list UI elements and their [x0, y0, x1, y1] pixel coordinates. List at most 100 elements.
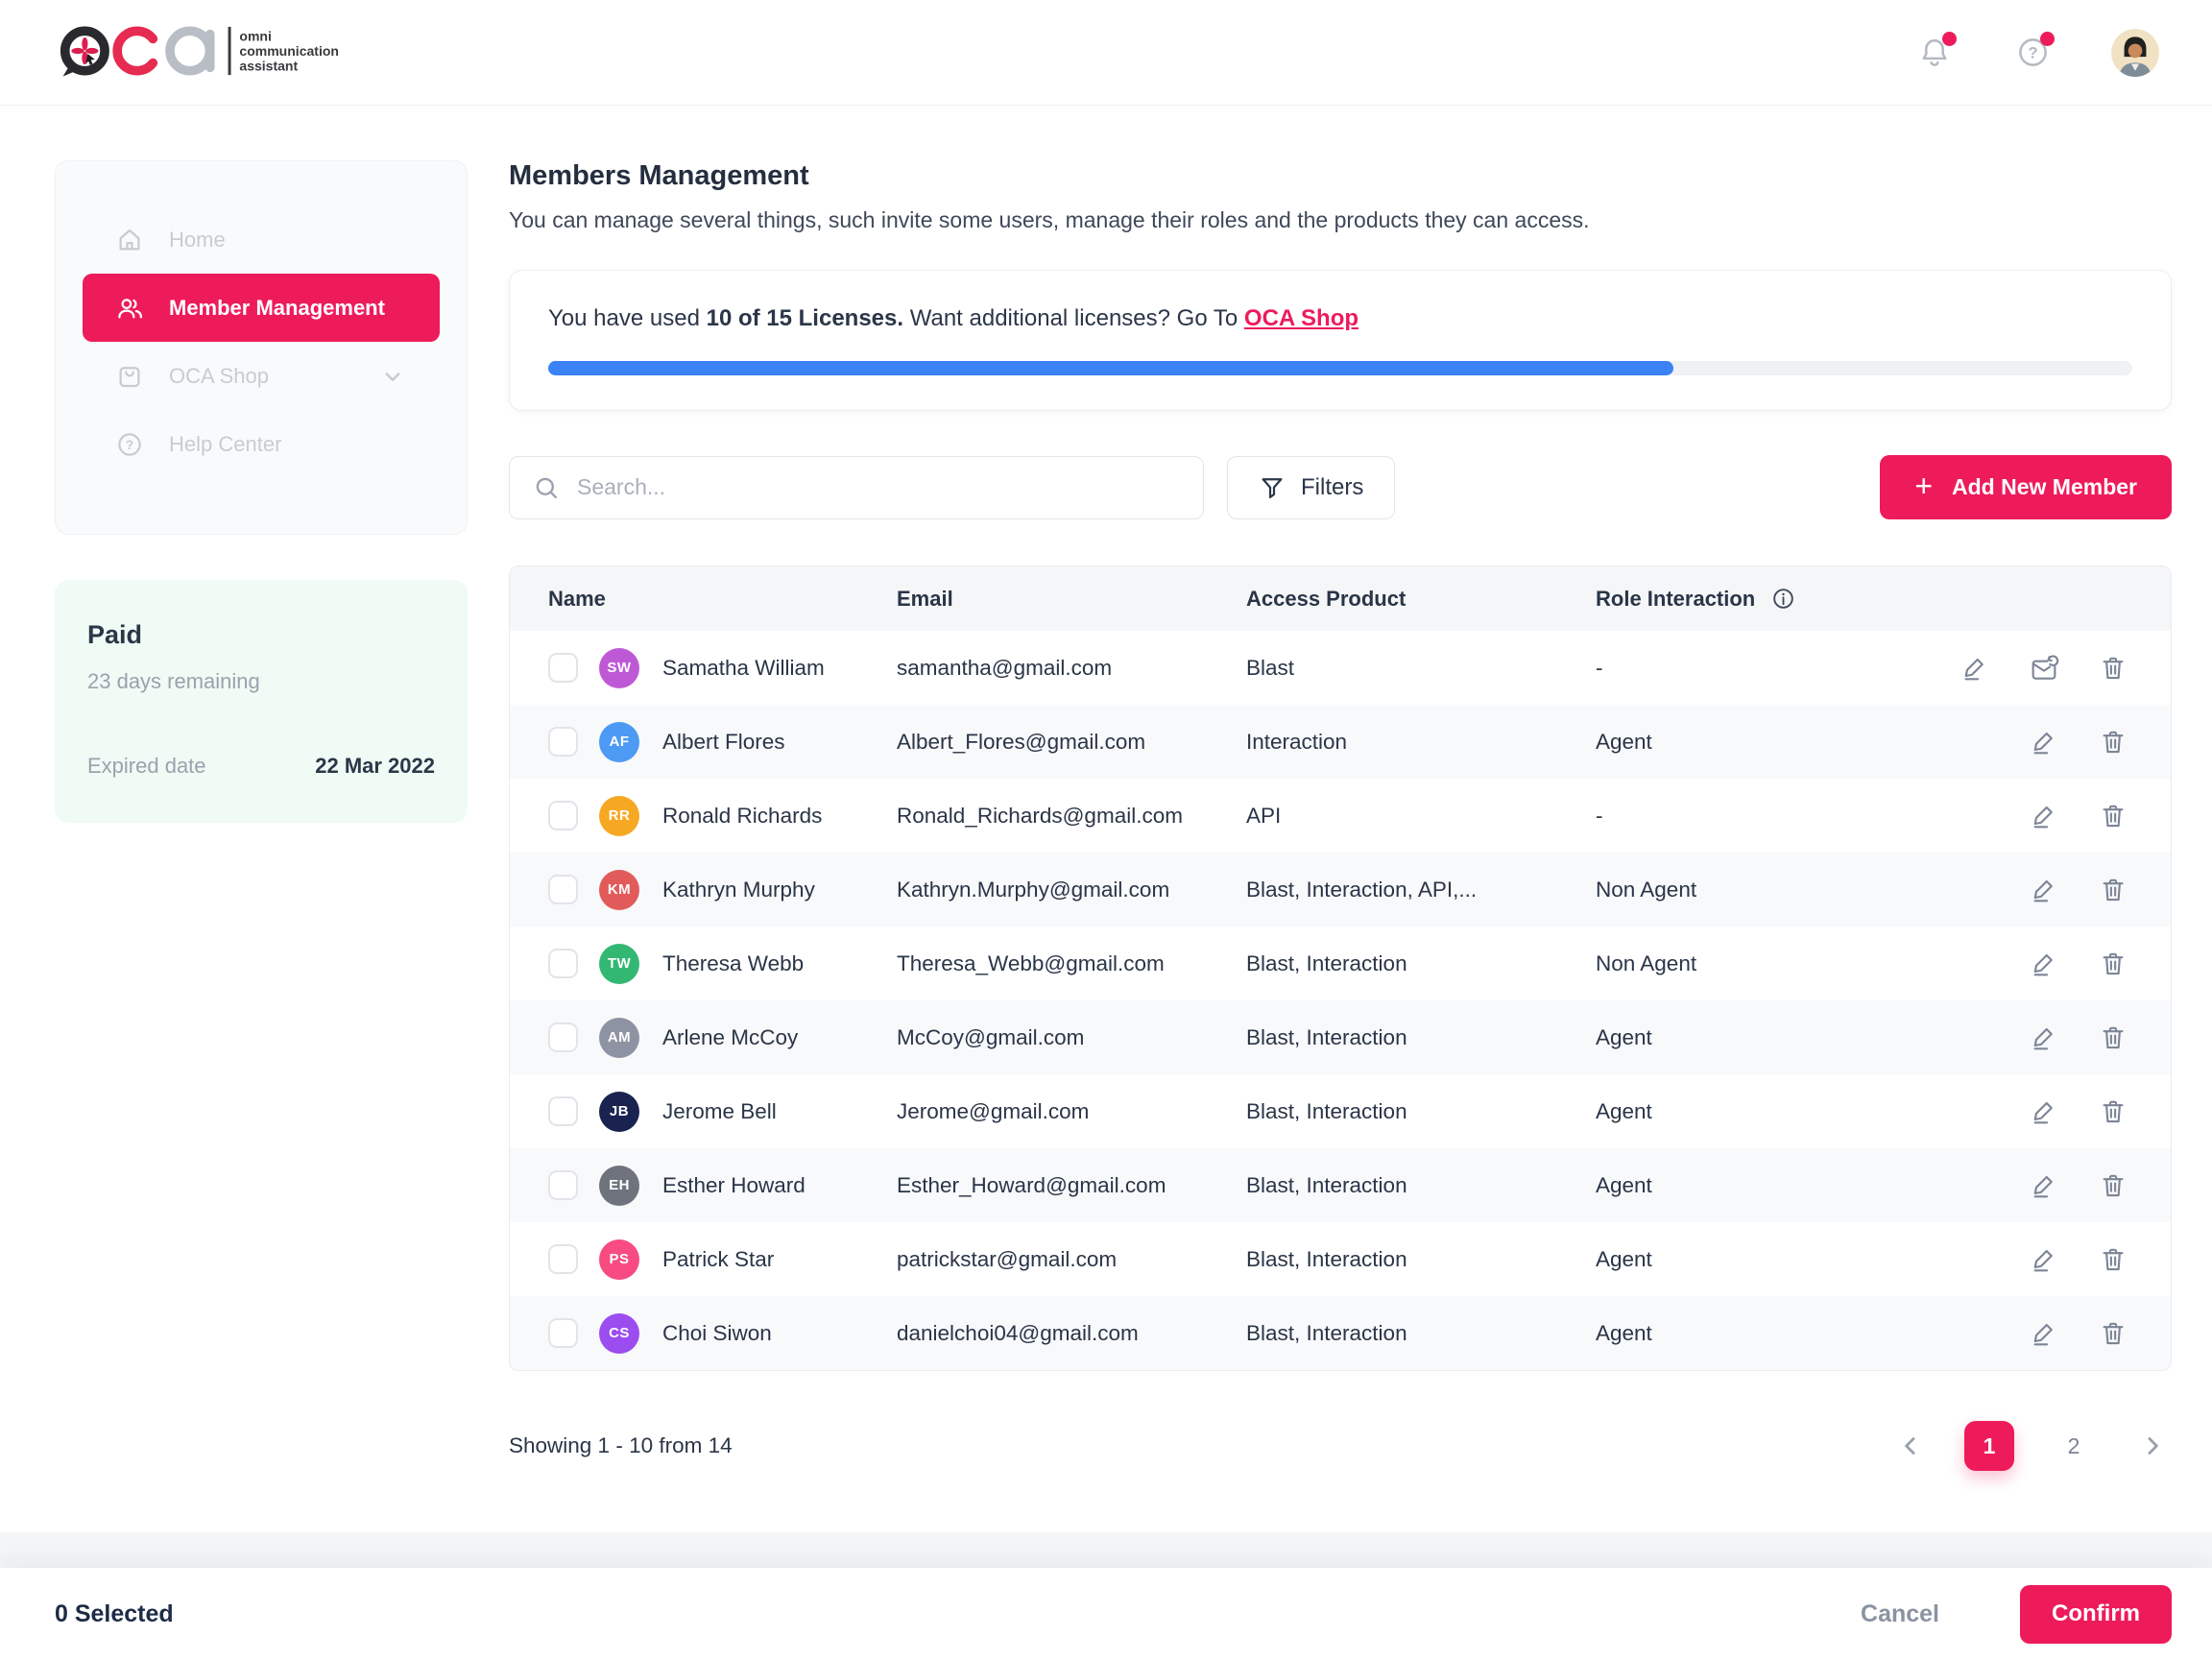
- edit-button[interactable]: [2029, 727, 2059, 758]
- resend-invite-button[interactable]: [2029, 653, 2059, 684]
- member-name: Choi Siwon: [662, 1321, 772, 1346]
- member-email: Esther_Howard@gmail.com: [897, 1173, 1246, 1198]
- member-access: Blast: [1246, 656, 1596, 681]
- column-header-email: Email: [897, 587, 1246, 612]
- license-progress-fill: [548, 361, 1673, 375]
- edit-button[interactable]: [2029, 1096, 2059, 1127]
- notifications-button[interactable]: [1915, 34, 1954, 72]
- delete-button[interactable]: [2098, 1244, 2128, 1275]
- member-role: -: [1596, 804, 1953, 829]
- chevron-right-icon: [2138, 1431, 2167, 1460]
- pagination-controls: 1 2: [1891, 1421, 2172, 1471]
- row-checkbox[interactable]: [548, 653, 578, 683]
- member-name: Kathryn Murphy: [662, 878, 815, 902]
- edit-button[interactable]: [2029, 1022, 2059, 1053]
- delete-button[interactable]: [2098, 949, 2128, 979]
- main-content: Members Management You can manage severa…: [509, 160, 2172, 1509]
- member-role: Agent: [1596, 1173, 1953, 1198]
- license-used-count: 10 of 15 Licenses.: [707, 305, 903, 331]
- edit-pencil-icon: [2030, 802, 2058, 830]
- sidebar-item-member-management[interactable]: Member Management: [83, 274, 440, 342]
- member-role: Agent: [1596, 1025, 1953, 1050]
- license-text-middle: Want additional licenses? Go To: [903, 305, 1244, 331]
- member-name: Patrick Star: [662, 1247, 774, 1272]
- page-button-2[interactable]: 2: [2049, 1421, 2099, 1471]
- delete-button[interactable]: [2098, 801, 2128, 831]
- edit-button[interactable]: [1960, 653, 1990, 684]
- member-name: Esther Howard: [662, 1173, 805, 1198]
- table-row: AF Albert Flores Albert_Flores@gmail.com…: [510, 705, 2171, 779]
- table-row: CS Choi Siwon danielchoi04@gmail.com Bla…: [510, 1296, 2171, 1370]
- edit-button[interactable]: [2029, 875, 2059, 905]
- filters-button-label: Filters: [1301, 474, 1363, 501]
- edit-button[interactable]: [2029, 801, 2059, 831]
- member-avatar: AF: [599, 722, 639, 762]
- sidebar-item-label: Help Center: [169, 432, 281, 457]
- oca-shop-link[interactable]: OCA Shop: [1244, 305, 1358, 331]
- trash-icon: [2099, 950, 2128, 978]
- delete-button[interactable]: [2098, 653, 2128, 684]
- users-icon: [115, 294, 144, 323]
- confirm-button[interactable]: Confirm: [2020, 1585, 2172, 1644]
- filters-button[interactable]: Filters: [1227, 456, 1395, 519]
- next-page-button[interactable]: [2133, 1427, 2172, 1465]
- sidebar-item-home[interactable]: Home: [83, 205, 440, 274]
- trash-icon: [2099, 654, 2128, 683]
- row-checkbox[interactable]: [548, 727, 578, 757]
- row-checkbox[interactable]: [548, 1022, 578, 1052]
- row-checkbox[interactable]: [548, 1244, 578, 1274]
- info-icon[interactable]: [1770, 586, 1796, 612]
- column-header-access-product: Access Product: [1246, 587, 1596, 612]
- edit-button[interactable]: [2029, 1318, 2059, 1349]
- sidebar-item-oca-shop[interactable]: OCA Shop: [83, 342, 440, 410]
- edit-pencil-icon: [2030, 950, 2058, 978]
- search-box[interactable]: [509, 456, 1204, 519]
- table-row: EH Esther Howard Esther_Howard@gmail.com…: [510, 1148, 2171, 1222]
- page-body: Home Member Management OCA Shop: [0, 106, 2212, 1509]
- add-new-member-button[interactable]: + Add New Member: [1880, 455, 2172, 519]
- column-header-name: Name: [510, 587, 897, 612]
- trash-icon: [2099, 1171, 2128, 1200]
- member-access: Blast, Interaction: [1246, 951, 1596, 976]
- name-cell: JB Jerome Bell: [510, 1092, 897, 1132]
- member-avatar: PS: [599, 1239, 639, 1280]
- help-button[interactable]: ?: [2013, 34, 2052, 72]
- row-actions: [1953, 1244, 2171, 1275]
- search-input[interactable]: [575, 473, 1180, 501]
- profile-avatar[interactable]: [2111, 29, 2159, 77]
- row-checkbox[interactable]: [548, 1318, 578, 1348]
- delete-button[interactable]: [2098, 875, 2128, 905]
- row-checkbox[interactable]: [548, 949, 578, 978]
- delete-button[interactable]: [2098, 1170, 2128, 1201]
- member-email: Kathryn.Murphy@gmail.com: [897, 878, 1246, 902]
- member-role: Non Agent: [1596, 951, 1953, 976]
- member-access: Interaction: [1246, 730, 1596, 755]
- sidebar-item-help-center[interactable]: ? Help Center: [83, 410, 440, 478]
- previous-page-button[interactable]: [1891, 1427, 1930, 1465]
- member-name: Jerome Bell: [662, 1099, 777, 1124]
- member-email: Ronald_Richards@gmail.com: [897, 804, 1246, 829]
- delete-button[interactable]: [2098, 1022, 2128, 1053]
- member-avatar: TW: [599, 944, 639, 984]
- edit-pencil-icon: [2030, 1319, 2058, 1348]
- selected-count: 0 Selected: [55, 1600, 174, 1628]
- row-checkbox[interactable]: [548, 801, 578, 830]
- delete-button[interactable]: [2098, 1096, 2128, 1127]
- edit-button[interactable]: [2029, 1244, 2059, 1275]
- filter-funnel-icon: [1259, 474, 1286, 501]
- edit-button[interactable]: [2029, 1170, 2059, 1201]
- help-circle-icon: ?: [115, 430, 144, 459]
- edit-button[interactable]: [2029, 949, 2059, 979]
- row-actions: [1953, 1022, 2171, 1053]
- row-checkbox[interactable]: [548, 1170, 578, 1200]
- sidebar-item-label: OCA Shop: [169, 364, 269, 389]
- trash-icon: [2099, 1097, 2128, 1126]
- member-name: Theresa Webb: [662, 951, 804, 976]
- row-checkbox[interactable]: [548, 875, 578, 904]
- page-button-1[interactable]: 1: [1964, 1421, 2014, 1471]
- license-text-prefix: You have used: [548, 305, 707, 331]
- row-checkbox[interactable]: [548, 1096, 578, 1126]
- delete-button[interactable]: [2098, 727, 2128, 758]
- cancel-button[interactable]: Cancel: [1855, 1600, 1945, 1629]
- delete-button[interactable]: [2098, 1318, 2128, 1349]
